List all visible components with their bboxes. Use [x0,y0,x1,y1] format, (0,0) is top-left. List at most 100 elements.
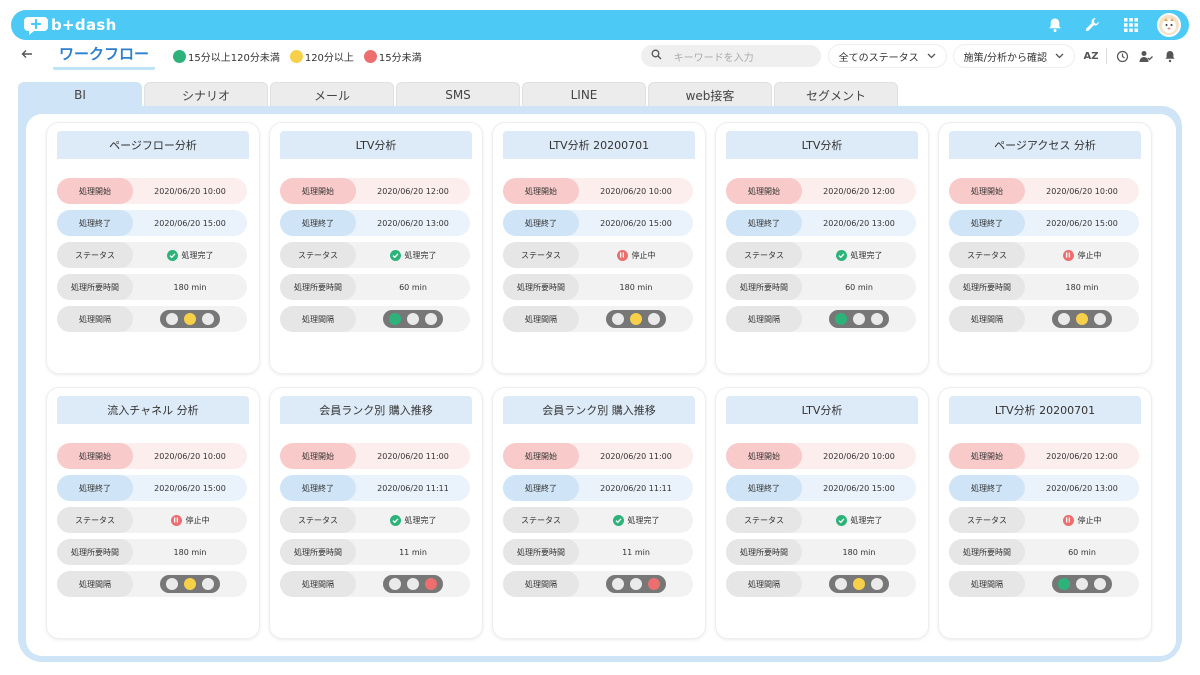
legend-item: 120分以上 [289,49,354,64]
card-row-start: 処理開始 2020/06/20 12:00 [949,443,1139,469]
arrow-left-icon[interactable] [21,48,41,64]
start-value: 2020/06/20 12:00 [823,186,895,196]
card-row-duration: 処理所要時間 180 min [726,539,916,565]
workflow-card[interactable]: 会員ランク別 購入推移 処理開始 2020/06/20 11:00 処理終了 2020/… [270,388,482,638]
workflow-card[interactable]: LTV分析 20200701 処理開始 2020/06/20 12:00 処理終了 20… [939,388,1151,638]
user-avatar[interactable] [1157,13,1181,37]
workflow-card[interactable]: ページアクセス 分析 処理開始 2020/06/20 10:00 処理終了 2020/0… [939,123,1151,373]
tab-sms[interactable]: SMS [396,82,520,107]
card-row-status: ステータス 処理完了 [726,242,916,268]
card-row-end: 処理終了 2020/06/20 13:00 [949,475,1139,501]
start-value: 2020/06/20 11:00 [600,451,672,461]
card-row-start: 処理開始 2020/06/20 10:00 [57,443,247,469]
traffic-light-red-icon [648,313,660,325]
traffic-light-yellow-icon [1076,313,1088,325]
tab-bi[interactable]: BI [18,82,142,107]
end-value: 2020/06/20 13:00 [377,218,449,228]
chevron-down-icon [927,51,936,62]
bell-icon[interactable] [1043,13,1067,37]
chevron-down-icon [1055,51,1064,62]
end-value: 2020/06/20 15:00 [154,218,226,228]
card-row-duration: 処理所要時間 11 min [503,539,693,565]
tab-segment[interactable]: セグメント [774,82,898,107]
duration-legend: 15分以上120分未満 120分以上 15分未満 [173,49,422,64]
interval-value [133,310,247,328]
sub-header: ワークフロー 15分以上120分未満 120分以上 15分未満 キーワードを入力… [11,40,1189,72]
workflow-card[interactable]: ページフロー分析 処理開始 2020/06/20 10:00 処理終了 2020/06/… [47,123,259,373]
start-value: 2020/06/20 10:00 [154,451,226,461]
row-label: 処理終了 [503,475,579,501]
workflow-card[interactable]: LTV分析 20200701 処理開始 2020/06/20 10:00 処理終了 20… [493,123,705,373]
end-value: 2020/06/20 15:00 [1046,218,1118,228]
row-label: ステータス [726,507,802,533]
status-text: 処理完了 [404,250,437,260]
card-row-status: ステータス 停止中 [503,242,693,268]
sort-az-icon[interactable]: AZ [1082,47,1100,65]
row-label: 処理所要時間 [503,539,579,565]
card-row-start: 処理開始 2020/06/20 10:00 [503,178,693,204]
check-circle-icon [389,514,401,526]
row-label: 処理終了 [280,475,356,501]
traffic-light-green-icon [166,313,178,325]
history-icon[interactable] [1113,47,1131,65]
status-value: 処理完了 [133,249,247,261]
bell-icon[interactable] [1161,47,1179,65]
traffic-light-yellow-icon [630,578,642,590]
start-value: 2020/06/20 12:00 [377,186,449,196]
divider [1106,48,1107,64]
card-row-interval: 処理間隔 [57,306,247,332]
traffic-light-green-icon [166,578,178,590]
card-row-status: ステータス 処理完了 [726,507,916,533]
row-label: 処理所要時間 [949,539,1025,565]
card-row-status: ステータス 停止中 [949,507,1139,533]
card-row-status: ステータス 処理完了 [57,242,247,268]
yellow-dot-icon [289,49,303,63]
card-row-end: 処理終了 2020/06/20 11:11 [503,475,693,501]
interval-value [579,575,693,593]
traffic-light-indicator [160,310,220,328]
row-label: ステータス [280,507,356,533]
status-value: 処理完了 [356,514,470,526]
tab-scenario[interactable]: シナリオ [144,82,268,107]
traffic-light-green-icon [612,578,624,590]
workflow-card[interactable]: 流入チャネル 分析 処理開始 2020/06/20 10:00 処理終了 2020/06… [47,388,259,638]
row-label: ステータス [503,242,579,268]
start-value: 2020/06/20 10:00 [823,451,895,461]
interval-value [1025,575,1139,593]
workflow-card[interactable]: 会員ランク別 購入推移 処理開始 2020/06/20 11:00 処理終了 2020/… [493,388,705,638]
mode-filter-select[interactable]: 施策/分析から確認 [953,45,1074,67]
card-title: LTV分析 [726,396,918,424]
card-row-start: 処理開始 2020/06/20 10:00 [726,443,916,469]
tab-mail[interactable]: メール [270,82,394,107]
row-label: 処理開始 [726,178,802,204]
workflow-card[interactable]: LTV分析 処理開始 2020/06/20 12:00 処理終了 2020/06/20 … [270,123,482,373]
logo-text: b+dash [51,16,117,34]
status-filter-select[interactable]: 全てのステータス [828,45,946,67]
workflow-card[interactable]: LTV分析 処理開始 2020/06/20 12:00 処理終了 2020/06/20 … [716,123,928,373]
end-value: 2020/06/20 13:00 [1046,483,1118,493]
traffic-light-yellow-icon [184,578,196,590]
tab-line[interactable]: LINE [522,82,646,107]
duration-value: 180 min [173,282,207,292]
traffic-light-red-icon [425,313,437,325]
app-logo[interactable]: b+dash [23,14,117,36]
user-check-icon[interactable] [1137,47,1155,65]
card-row-end: 処理終了 2020/06/20 15:00 [503,210,693,236]
wrench-icon[interactable] [1081,13,1105,37]
row-label: 処理開始 [949,178,1025,204]
apps-grid-icon[interactable] [1119,13,1143,37]
search-icon [651,49,662,63]
workflow-card[interactable]: LTV分析 処理開始 2020/06/20 10:00 処理終了 2020/06/20 … [716,388,928,638]
traffic-light-indicator [160,575,220,593]
traffic-light-indicator [829,310,889,328]
pause-circle-icon [170,514,182,526]
search-input[interactable]: キーワードを入力 [640,45,821,67]
duration-value: 180 min [619,282,653,292]
status-value: 停止中 [1025,249,1139,261]
tab-web-customer-service[interactable]: web接客 [648,82,772,107]
row-label: ステータス [949,507,1025,533]
end-value: 2020/06/20 11:11 [600,483,672,493]
traffic-light-yellow-icon [1076,578,1088,590]
card-row-duration: 処理所要時間 60 min [949,539,1139,565]
card-row-duration: 処理所要時間 180 min [57,274,247,300]
